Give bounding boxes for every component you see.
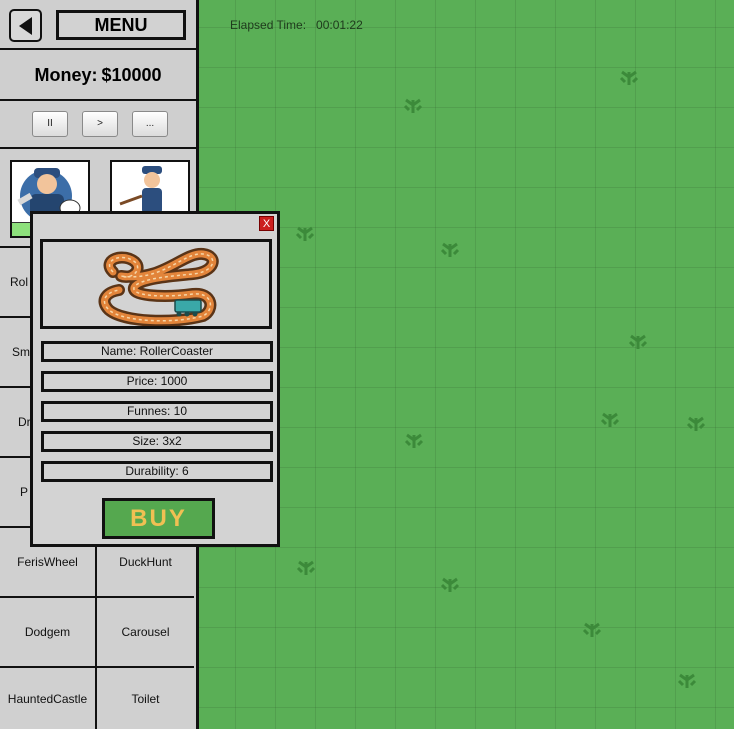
grass-tuft-icon [619, 70, 639, 85]
play-button[interactable]: > [82, 111, 118, 137]
back-arrow-icon [18, 16, 32, 35]
attraction-label: DuckHunt [119, 555, 172, 569]
elapsed-time-label: Elapsed Time: [230, 18, 307, 32]
game-screen: Elapsed Time: 00:01:22 MENU Money: $10000… [0, 0, 734, 729]
money-display: Money: $10000 [0, 51, 196, 101]
buy-button[interactable]: BUY [102, 498, 215, 539]
attraction-label: Sm [12, 345, 30, 359]
attraction-name: Name: RollerCoaster [41, 341, 273, 362]
grass-tuft-icon [440, 577, 460, 592]
elapsed-time: Elapsed Time: 00:01:22 [230, 18, 363, 32]
attraction-size: Size: 3x2 [41, 431, 273, 452]
attraction-cell-hauntedcastle[interactable]: HauntedCastle [0, 668, 97, 729]
attraction-label: FerisWheel [17, 555, 78, 569]
grass-tuft-icon [404, 433, 424, 448]
back-button[interactable] [9, 9, 42, 42]
grass-tuft-icon [440, 242, 460, 257]
attraction-preview [40, 239, 272, 329]
attraction-label: Toilet [131, 691, 160, 706]
attraction-cell-carousel[interactable]: Carousel [97, 598, 194, 668]
attraction-label: P [20, 485, 29, 499]
attraction-label: Rol [10, 275, 29, 289]
money-value: $10000 [101, 64, 162, 85]
grass-tuft-icon [296, 560, 316, 575]
attraction-funnes: Funnes: 10 [41, 401, 273, 422]
attraction-label: Dr [18, 415, 31, 429]
attraction-label: HauntedCastle [7, 691, 88, 706]
attraction-label: Dodgem [24, 625, 71, 639]
grass-tuft-icon [403, 98, 423, 113]
attraction-cell-dodgem[interactable]: Dodgem [0, 598, 97, 668]
attraction-price: Price: 1000 [41, 371, 273, 392]
speed-controls: II > ... [0, 102, 196, 149]
rollercoaster-icon [98, 248, 219, 327]
grass-tuft-icon [686, 416, 706, 431]
attraction-info-popup: X Name: RollerCoaster Price: 1000 Funnes… [30, 211, 280, 547]
attraction-label: Carousel [121, 625, 170, 639]
close-button[interactable]: X [259, 216, 274, 231]
grass-tuft-icon [582, 622, 602, 637]
fast-forward-button[interactable]: ... [132, 111, 168, 137]
grass-tuft-icon [600, 412, 620, 427]
elapsed-time-value: 00:01:22 [316, 18, 363, 32]
pause-button[interactable]: II [32, 111, 68, 137]
attraction-cell-toilet[interactable]: Toilet [97, 668, 194, 729]
menu-bar: MENU [0, 0, 196, 50]
money-label: Money: [34, 64, 98, 85]
grass-tuft-icon [295, 226, 315, 241]
menu-button[interactable]: MENU [56, 10, 186, 40]
attraction-durability: Durability: 6 [41, 461, 273, 482]
grass-tuft-icon [628, 334, 648, 349]
grass-tuft-icon [677, 673, 697, 688]
